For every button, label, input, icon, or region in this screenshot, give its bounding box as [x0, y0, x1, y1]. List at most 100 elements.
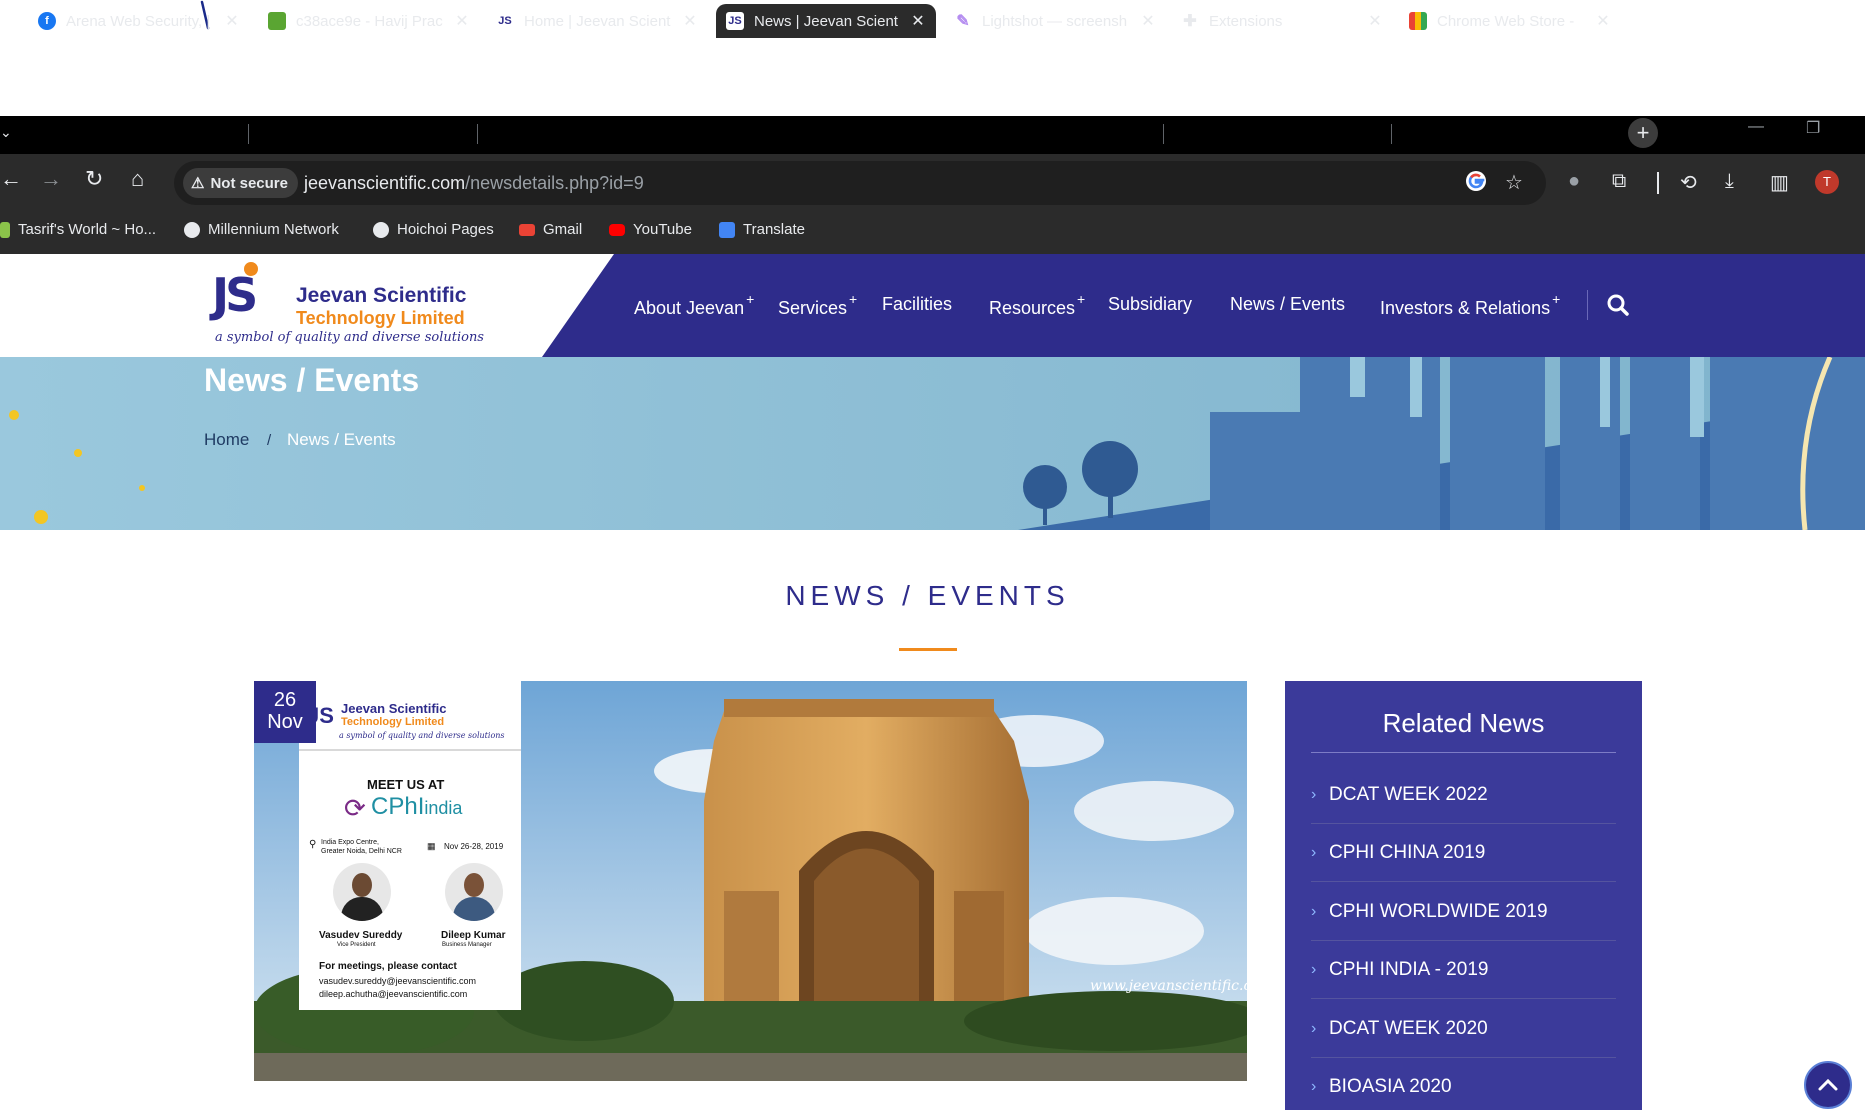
nav-news-events[interactable]: News / Events — [1230, 294, 1345, 315]
back-icon[interactable]: ← — [0, 167, 22, 191]
tab-divider — [477, 124, 478, 144]
section-title: NEWS / EVENTS — [785, 580, 1070, 611]
bookmark-hoichoi[interactable]: Hoichoi Pages — [373, 221, 494, 238]
home-icon[interactable]: ⌂ — [131, 167, 144, 191]
poster-event-name: CPhIindia — [371, 793, 463, 820]
tab-extensions[interactable]: ✚ Extensions ✕ — [1181, 4, 1383, 38]
poster-venue-line1: India Expo Centre, — [321, 839, 379, 846]
logo-name-line2[interactable]: Technology Limited — [296, 308, 465, 329]
nav-resources[interactable]: Resources + — [989, 291, 1085, 319]
close-tab-icon[interactable]: ✕ — [682, 11, 698, 31]
facebook-icon: f — [38, 12, 56, 30]
close-tab-icon[interactable]: ✕ — [1140, 11, 1156, 31]
bookmark-star-icon[interactable]: ☆ — [1505, 170, 1523, 195]
poster-email1: vasudev.sureddy@jeevanscientific.com — [319, 976, 477, 986]
close-tab-icon[interactable]: ✕ — [454, 11, 470, 31]
breadcrumb-home-link[interactable]: Home — [204, 430, 249, 450]
bookmark-millennium[interactable]: Millennium Network — [184, 221, 339, 238]
profile-avatar[interactable]: T — [1815, 170, 1839, 194]
person1-role: Vice President — [337, 942, 376, 948]
download-icon[interactable]: ⤓ — [1725, 170, 1734, 193]
bookmark-youtube[interactable]: YouTube — [609, 221, 692, 238]
page-title: News / Events — [204, 362, 420, 398]
chevron-right-icon: › — [1311, 1078, 1317, 1095]
date-month: Nov — [267, 711, 303, 733]
related-news-item[interactable]: › DCAT WEEK 2022 — [1311, 766, 1616, 824]
tab-home-jeevan[interactable]: JS Home | Jeevan Scient ✕ — [496, 4, 698, 38]
extension-globe-icon[interactable]: ● — [1568, 170, 1580, 193]
person2-role: Business Manager — [442, 942, 492, 948]
close-tab-icon[interactable]: ✕ — [910, 11, 926, 31]
date-badge: 26 Nov — [254, 681, 316, 743]
person1-name: Vasudev Sureddy — [319, 930, 403, 941]
not-secure-chip[interactable]: ⚠ Not secure — [183, 168, 298, 198]
close-tab-icon[interactable]: ✕ — [1595, 11, 1611, 31]
poster-company-line2: Technology Limited — [341, 716, 445, 728]
tab-news-jeevan[interactable]: JS News | Jeevan Scient ✕ — [716, 4, 936, 38]
poster-venue-line2: Greater Noida, Delhi NCR — [321, 848, 402, 855]
chevron-right-icon: › — [1311, 785, 1317, 803]
lightshot-icon[interactable]: ⟲ — [1680, 170, 1697, 195]
related-news-item[interactable]: › CPHI CHINA 2019 — [1311, 824, 1616, 882]
webstore-icon — [1409, 12, 1427, 30]
related-news-divider — [1311, 752, 1616, 753]
poster-divider — [299, 749, 521, 751]
tab-havij[interactable]: c38ace9e - Havij Prac ✕ — [268, 4, 470, 38]
nav-subsidiary[interactable]: Subsidiary — [1108, 294, 1192, 315]
forward-icon[interactable]: → — [40, 167, 62, 191]
scroll-to-top-button[interactable] — [1804, 1061, 1852, 1109]
js-icon: JS — [496, 12, 514, 30]
google-icon[interactable] — [1465, 170, 1487, 198]
tab-arena-web-security[interactable]: f Arena Web Security, | ✕ — [38, 4, 240, 38]
side-panel-icon[interactable]: ▥ — [1770, 170, 1789, 195]
tab-chrome-web-store[interactable]: Chrome Web Store - ✕ — [1409, 4, 1611, 38]
youtube-icon — [609, 223, 625, 236]
bookmark-translate[interactable]: Translate — [719, 221, 805, 238]
restore-icon[interactable]: ❐ — [1806, 118, 1820, 138]
havij-icon — [268, 12, 286, 30]
chevron-right-icon: › — [1311, 1019, 1317, 1037]
url-text[interactable]: jeevanscientific.com/newsdetails.php?id=… — [304, 173, 644, 194]
poster-event-logo: ⟳ — [344, 793, 366, 823]
tab-divider — [1391, 124, 1392, 144]
minimize-icon[interactable]: — — [1748, 118, 1764, 136]
puzzle-icon: ✚ — [1183, 13, 1197, 30]
search-icon[interactable] — [1606, 293, 1630, 317]
bookmark-tasrif[interactable]: Tasrif's World ~ Ho... — [0, 221, 156, 238]
logo-name-line1[interactable]: Jeevan Scientific — [296, 284, 466, 308]
poster-email2: dileep.achutha@jeevanscientific.com — [319, 989, 468, 999]
extensions-puzzle-icon[interactable]: ⧉ — [1612, 170, 1626, 193]
logo-tagline: a symbol of quality and diverse solution… — [215, 330, 484, 345]
new-tab-button[interactable]: + — [1628, 118, 1658, 148]
title-underline — [899, 648, 957, 651]
poster-tagline: a symbol of quality and diverse solution… — [339, 731, 505, 740]
js-icon: JS — [726, 12, 744, 30]
poster-company-line1: Jeevan Scientific — [341, 701, 447, 716]
related-news-title: Related News — [1382, 708, 1545, 738]
nav-investors-relations[interactable]: Investors & Relations + — [1380, 291, 1560, 319]
tab-strip — [0, 116, 1865, 154]
breadcrumb-separator: / — [267, 432, 272, 449]
tab-search-icon[interactable]: ⌄ — [0, 124, 12, 141]
bookmark-gmail[interactable]: Gmail — [519, 221, 582, 238]
nav-services[interactable]: Services + — [778, 291, 857, 319]
close-tab-icon[interactable]: ✕ — [224, 11, 240, 31]
nav-about-jeevan[interactable]: About Jeevan + — [634, 291, 754, 319]
toolbar-divider — [1657, 172, 1659, 194]
tab-divider — [1163, 124, 1164, 144]
location-pin-icon: ⚲ — [309, 839, 317, 850]
blogger-icon — [0, 221, 10, 238]
globe-icon — [373, 221, 389, 238]
warning-icon: ⚠ — [191, 175, 205, 192]
logo-mark[interactable]: JS — [212, 268, 258, 322]
related-news-item[interactable]: › CPHI WORLDWIDE 2019 — [1311, 883, 1616, 941]
close-tab-icon[interactable]: ✕ — [1367, 11, 1383, 31]
related-news-item[interactable]: › BIOASIA 2020 — [1311, 1058, 1616, 1110]
tab-lightshot[interactable]: ✎ Lightshot — screensh ✕ — [954, 4, 1156, 38]
related-news-item[interactable]: › CPHI INDIA - 2019 — [1311, 941, 1616, 999]
related-news-item[interactable]: › DCAT WEEK 2020 — [1311, 1000, 1616, 1058]
person2-photo — [445, 863, 503, 921]
reload-icon[interactable]: ↻ — [85, 167, 103, 191]
nav-facilities[interactable]: Facilities — [882, 294, 952, 315]
globe-icon — [184, 221, 200, 238]
